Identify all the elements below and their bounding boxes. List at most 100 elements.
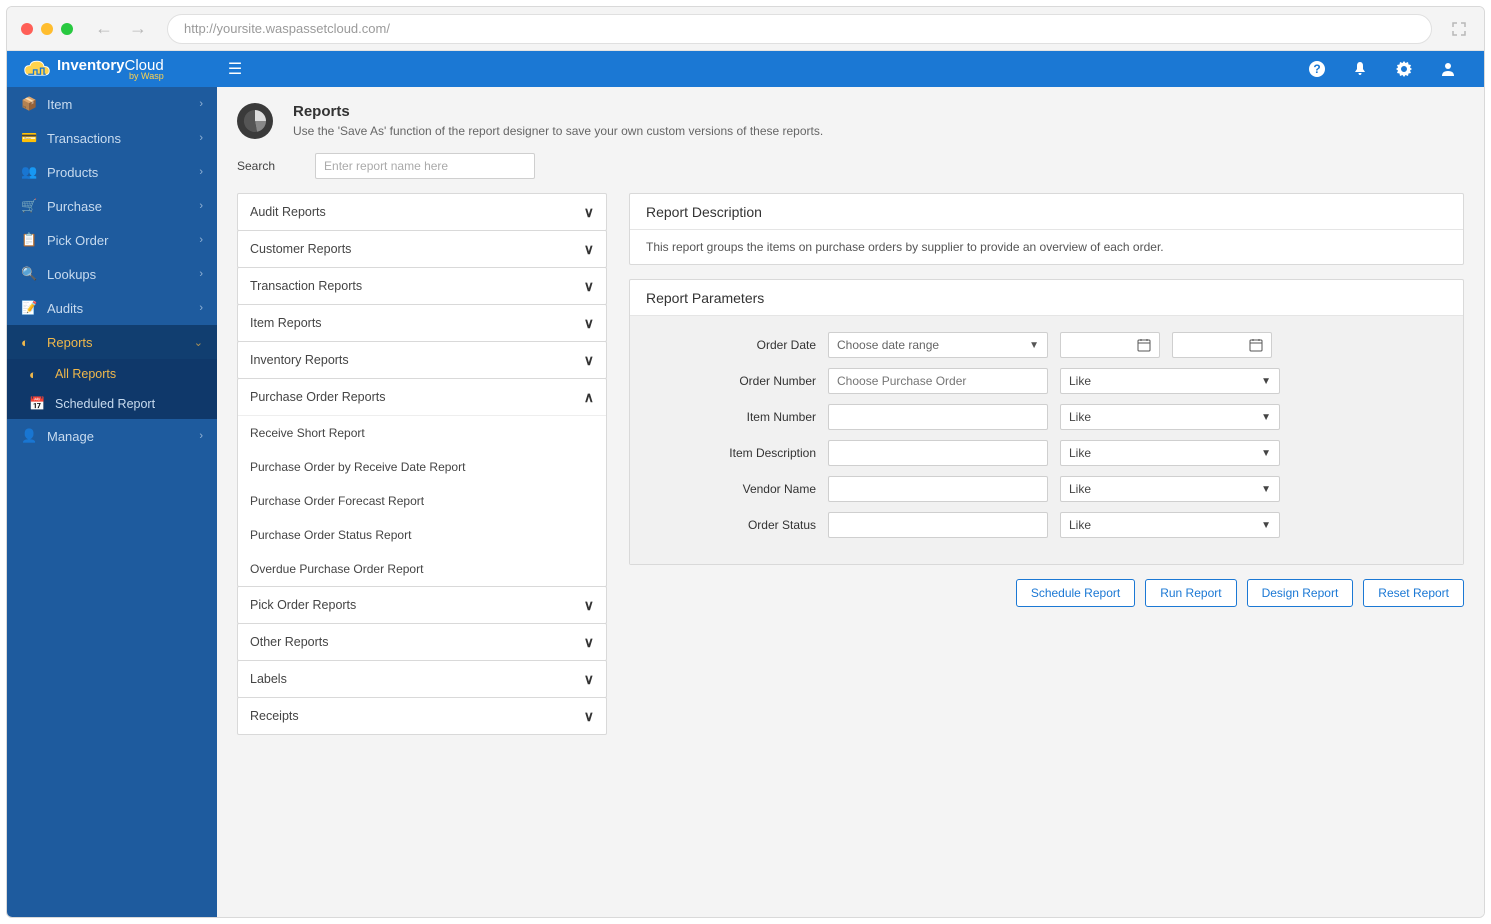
main-content: Reports Use the 'Save As' function of th… — [217, 87, 1484, 917]
browser-toolbar: ← → http://yoursite.waspassetcloud.com/ — [7, 7, 1484, 51]
forward-button[interactable]: → — [125, 16, 151, 42]
sidebar-item-products[interactable]: 👥 Products › — [7, 155, 217, 189]
report-category-label: Receipts — [250, 709, 299, 723]
gear-icon[interactable] — [1396, 61, 1440, 77]
report-category[interactable]: Item Reports∨ — [238, 305, 606, 341]
param-operator-select[interactable]: Like▼ — [1060, 440, 1280, 466]
search-label: Search — [237, 159, 275, 173]
report-category[interactable]: Other Reports∨ — [238, 624, 606, 660]
sidebar-item-label: Purchase — [47, 199, 102, 214]
chevron-right-icon: › — [199, 132, 203, 144]
products-icon: 👥 — [21, 164, 39, 180]
menu-toggle-icon[interactable]: ☰ — [217, 59, 253, 79]
page-subtitle: Use the 'Save As' function of the report… — [293, 124, 823, 138]
user-icon[interactable] — [1440, 61, 1484, 77]
report-list-item[interactable]: Overdue Purchase Order Report — [238, 552, 606, 586]
report-category-label: Labels — [250, 672, 287, 686]
report-list-item[interactable]: Purchase Order Forecast Report — [238, 484, 606, 518]
param-operator-select[interactable]: Like▼ — [1060, 368, 1280, 394]
param-operator-select[interactable]: Like▼ — [1060, 404, 1280, 430]
sidebar-item-transactions[interactable]: 💳 Transactions › — [7, 121, 217, 155]
schedule-report-button[interactable]: Schedule Report — [1016, 579, 1135, 607]
design-report-button[interactable]: Design Report — [1247, 579, 1354, 607]
bell-icon[interactable] — [1352, 61, 1396, 77]
param-input[interactable] — [828, 512, 1048, 538]
sidebar-item-pick-order[interactable]: 📋 Pick Order › — [7, 223, 217, 257]
sidebar-item-label: Transactions — [47, 131, 121, 146]
address-bar[interactable]: http://yoursite.waspassetcloud.com/ — [167, 14, 1432, 44]
sidebar-item-purchase[interactable]: 🛒 Purchase › — [7, 189, 217, 223]
caret-down-icon: ▼ — [1261, 484, 1271, 495]
date-input[interactable] — [1060, 332, 1160, 358]
report-category[interactable]: Purchase Order Reports ∧ — [238, 379, 606, 415]
svg-text:?: ? — [1313, 62, 1320, 76]
close-window-icon[interactable] — [21, 23, 33, 35]
param-input[interactable] — [828, 404, 1048, 430]
panel-title: Report Description — [630, 194, 1463, 230]
reset-report-button[interactable]: Reset Report — [1363, 579, 1464, 607]
sidebar-item-audits[interactable]: 📝 Audits › — [7, 291, 217, 325]
chevron-down-icon: ∨ — [584, 241, 594, 258]
report-category[interactable]: Customer Reports∨ — [238, 231, 606, 267]
sidebar-item-reports[interactable]: ◐ Reports ⌄ — [7, 325, 217, 359]
calendar-icon — [1137, 338, 1151, 352]
search-input[interactable] — [315, 153, 535, 179]
param-operator-select[interactable]: Like▼ — [1060, 476, 1280, 502]
report-list-item[interactable]: Receive Short Report — [238, 416, 606, 450]
date-range-select[interactable]: Choose date range▼ — [828, 332, 1048, 358]
window-controls — [21, 23, 73, 35]
caret-down-icon: ▼ — [1261, 376, 1271, 387]
sidebar-item-lookups[interactable]: 🔍 Lookups › — [7, 257, 217, 291]
report-category[interactable]: Labels ∨ — [238, 661, 606, 697]
report-category[interactable]: Audit Reports∨ — [238, 194, 606, 230]
sidebar-item-label: Lookups — [47, 267, 96, 282]
fullscreen-icon[interactable] — [1448, 18, 1470, 40]
param-label: Vendor Name — [646, 482, 816, 496]
help-icon[interactable]: ? — [1308, 60, 1352, 78]
report-list-item[interactable]: Purchase Order by Receive Date Report — [238, 450, 606, 484]
report-category-label: Purchase Order Reports — [250, 390, 385, 404]
run-report-button[interactable]: Run Report — [1145, 579, 1236, 607]
chevron-down-icon: ∨ — [584, 204, 594, 221]
param-operator-select[interactable]: Like▼ — [1060, 512, 1280, 538]
sidebar-subitem-all-reports[interactable]: ◐ All Reports — [7, 359, 217, 389]
maximize-window-icon[interactable] — [61, 23, 73, 35]
sidebar-item-item[interactable]: 📦 Item › — [7, 87, 217, 121]
param-input[interactable] — [828, 476, 1048, 502]
page-title: Reports — [293, 103, 823, 120]
chevron-down-icon: ∨ — [584, 671, 594, 688]
report-category-label: Pick Order Reports — [250, 598, 356, 612]
param-input[interactable] — [828, 440, 1048, 466]
report-description-text: This report groups the items on purchase… — [630, 230, 1463, 264]
sidebar-subitem-scheduled-report[interactable]: 📅 Scheduled Report — [7, 389, 217, 419]
pick-icon: 📋 — [21, 232, 39, 248]
back-button[interactable]: ← — [91, 16, 117, 42]
report-category[interactable]: Inventory Reports∨ — [238, 342, 606, 378]
report-category-label: Inventory Reports — [250, 353, 349, 367]
pie-chart-icon: ◐ — [21, 335, 39, 350]
sidebar-item-label: Audits — [47, 301, 83, 316]
pie-chart-icon: ◐ — [29, 367, 47, 382]
chevron-right-icon: › — [199, 98, 203, 110]
report-category[interactable]: Receipts ∨ — [238, 698, 606, 734]
chevron-down-icon: ∨ — [584, 597, 594, 614]
sidebar-item-label: Products — [47, 165, 98, 180]
chevron-up-icon: ∧ — [584, 389, 594, 406]
sidebar-item-label: Scheduled Report — [55, 397, 155, 411]
sidebar-item-manage[interactable]: 👤 Manage › — [7, 419, 217, 453]
report-list-item[interactable]: Purchase Order Status Report — [238, 518, 606, 552]
date-input[interactable] — [1172, 332, 1272, 358]
sidebar-item-label: Manage — [47, 429, 94, 444]
chevron-right-icon: › — [199, 302, 203, 314]
report-category[interactable]: Transaction Reports∨ — [238, 268, 606, 304]
param-input[interactable] — [828, 368, 1048, 394]
param-label: Order Date — [646, 338, 816, 352]
minimize-window-icon[interactable] — [41, 23, 53, 35]
chevron-down-icon: ∨ — [584, 278, 594, 295]
report-parameters-panel: Report Parameters Order DateChoose date … — [629, 279, 1464, 565]
chevron-down-icon: ∨ — [584, 708, 594, 725]
report-category[interactable]: Pick Order Reports ∨ — [238, 587, 606, 623]
chevron-right-icon: › — [199, 268, 203, 280]
calendar-icon — [1249, 338, 1263, 352]
param-label: Item Description — [646, 446, 816, 460]
